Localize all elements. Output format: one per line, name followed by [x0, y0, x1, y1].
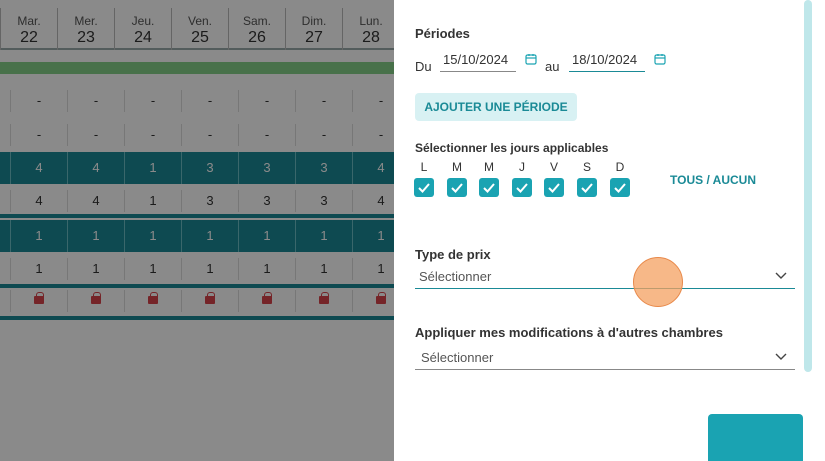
from-date-input[interactable]: 15/10/2024 — [440, 46, 516, 72]
day-checkbox-saturday[interactable] — [577, 178, 597, 197]
day-letter-label: S — [582, 160, 591, 174]
chevron-down-icon — [775, 272, 787, 279]
checkmark-icon — [548, 183, 560, 193]
chevron-down-icon — [775, 353, 787, 360]
click-indicator — [633, 257, 683, 307]
add-period-button[interactable]: AJOUTER UNE PÉRIODE — [415, 93, 577, 121]
day-checkbox-sunday[interactable] — [610, 178, 630, 197]
calendar-icon[interactable] — [654, 53, 666, 65]
checkmark-icon — [581, 183, 593, 193]
checkmark-icon — [483, 183, 495, 193]
day-letter-label: L — [420, 160, 428, 174]
day-checkbox-tuesday[interactable] — [447, 178, 467, 197]
calendar-icon[interactable] — [525, 53, 537, 65]
checkmark-icon — [418, 183, 430, 193]
checkmark-icon — [451, 183, 463, 193]
day-checkbox-monday[interactable] — [414, 178, 434, 197]
from-label: Du — [415, 59, 432, 74]
day-checkbox-thursday[interactable] — [512, 178, 532, 197]
price-type-select[interactable]: Sélectionner — [415, 263, 795, 289]
day-checkbox-friday[interactable] — [544, 178, 564, 197]
day-letter-label: M — [484, 160, 494, 174]
day-checkbox-wednesday[interactable] — [479, 178, 499, 197]
to-date-input[interactable]: 18/10/2024 — [569, 46, 645, 72]
price-type-label: Type de prix — [415, 247, 491, 262]
apply-other-rooms-select[interactable]: Sélectionner — [415, 344, 795, 370]
checkmark-icon — [614, 183, 626, 193]
panel-scrollbar[interactable] — [804, 0, 812, 372]
checkmark-icon — [516, 183, 528, 193]
save-button[interactable] — [708, 414, 803, 461]
modal-backdrop[interactable] — [0, 0, 394, 461]
to-label: au — [545, 59, 560, 74]
day-letter-label: V — [549, 160, 558, 174]
all-none-toggle[interactable]: TOUS / AUCUN — [670, 173, 756, 187]
periods-label: Périodes — [415, 26, 470, 41]
day-letter-label: D — [615, 160, 625, 174]
days-label: Sélectionner les jours applicables — [415, 141, 609, 155]
day-letter-label: M — [452, 160, 462, 174]
apply-other-rooms-label: Appliquer mes modifications à d'autres c… — [415, 325, 723, 340]
day-letter-label: J — [519, 160, 525, 174]
